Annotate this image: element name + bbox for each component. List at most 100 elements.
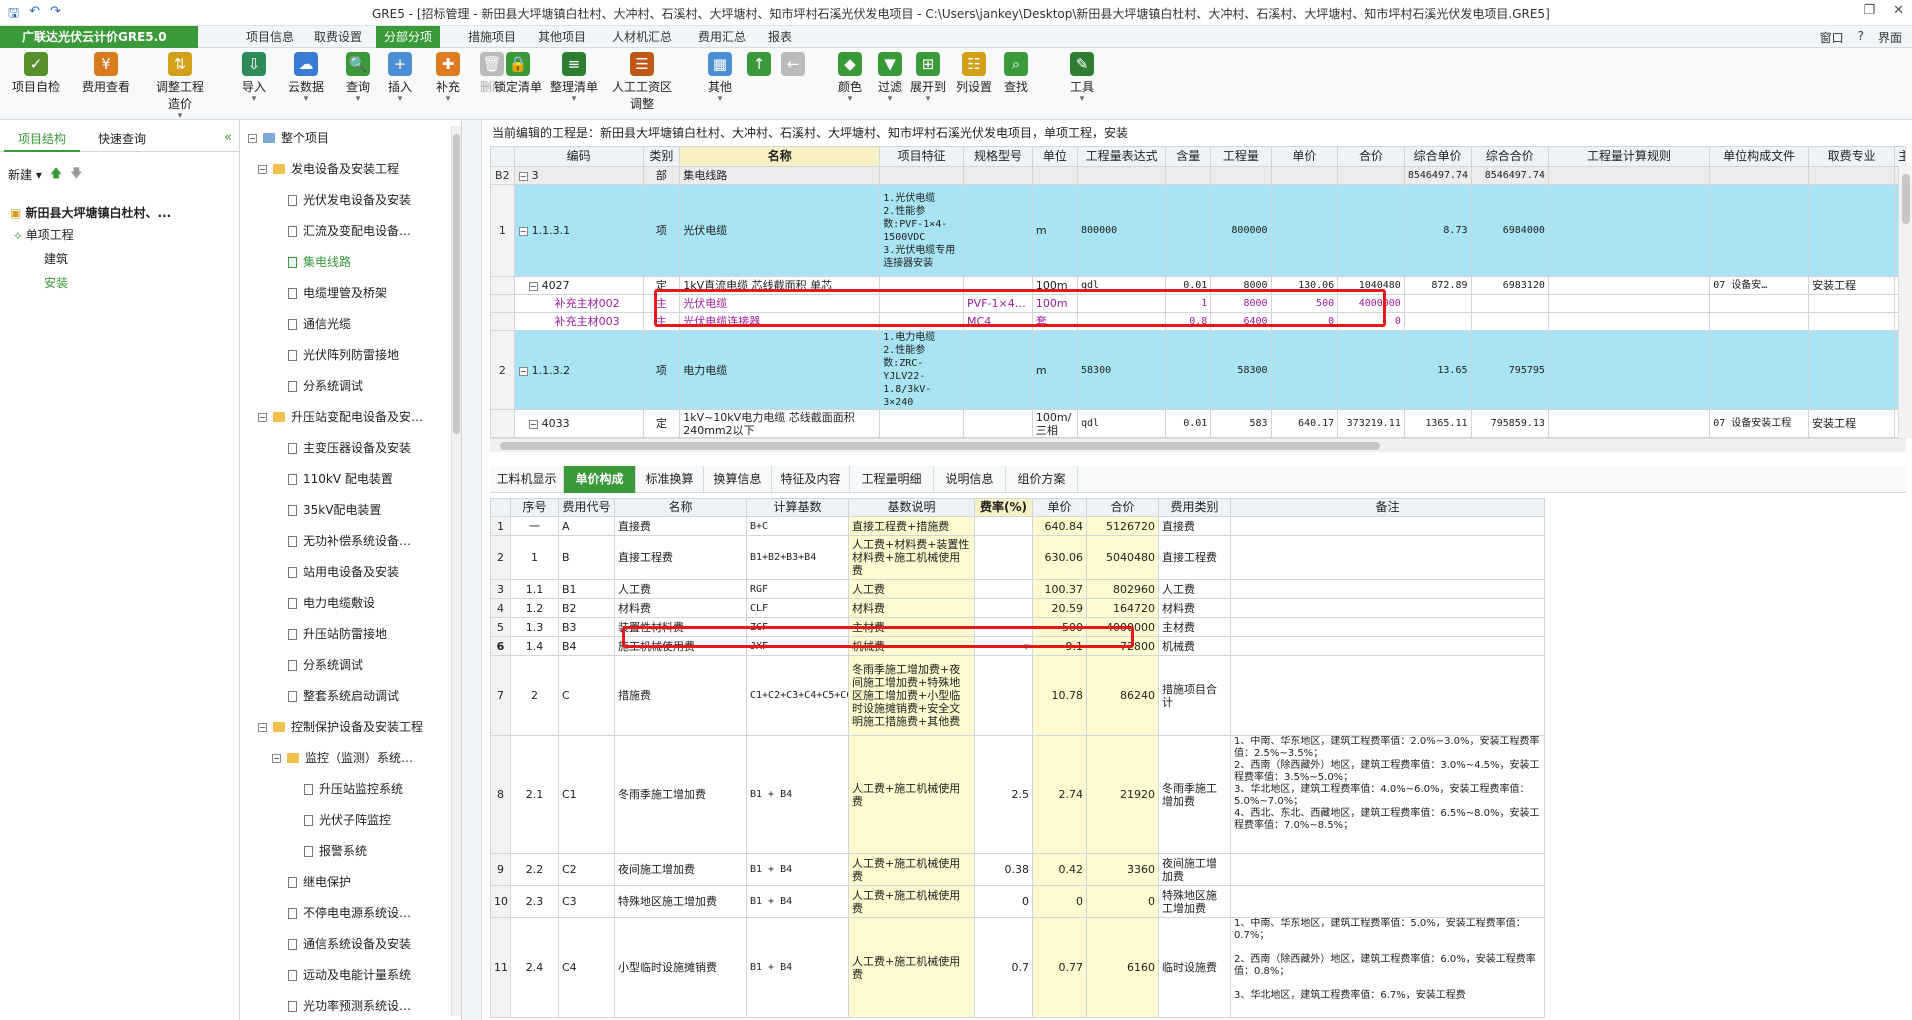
cell-cprice[interactable]: 1365.11 [1403,409,1472,438]
collapse-toggle-icon[interactable]: − [258,413,267,422]
cell-expr[interactable] [1077,312,1167,331]
cell-qty[interactable] [1210,166,1272,185]
tree-item[interactable]: 主变压器设备及安装 [272,438,411,458]
cell-qty[interactable]: 800000 [1210,184,1272,277]
cell-cat[interactable]: 特殊地区施工增加费 [1158,885,1231,918]
cell-prof[interactable] [1808,312,1896,331]
cell-cat[interactable]: 机械费 [1158,636,1231,656]
cell-expr[interactable]: qdl [1077,276,1167,295]
cell-qty[interactable]: 8000 [1210,276,1272,295]
table-row[interactable]: 10 2.3 C3 特殊地区施工增加费 B1 + B4 人工费+施工机械使用费 0 0 0 特殊地… [490,885,1545,918]
cell-code[interactable]: 补充主材002 [513,294,644,313]
upper-vscroll-thumb[interactable] [1902,174,1910,224]
column-header[interactable]: 基数说明 [848,498,975,517]
cell-code[interactable]: B1 [558,579,615,599]
cell-price[interactable]: 0.77 [1032,917,1087,1018]
cell-desc[interactable]: 直接工程费+措施费 [848,516,975,536]
cell-feat[interactable] [879,276,965,295]
ribbon-button[interactable]: ✓ 项目自检 [6,52,66,95]
cell-code[interactable]: −1.1.3.1 [513,184,644,277]
column-header[interactable]: 含量 [1165,146,1212,167]
cell-spec[interactable] [963,276,1033,295]
ribbon-button[interactable]: ☁ 云数据 ▾ [276,52,336,104]
tree-item[interactable]: − 监控（监测）系统… [272,748,413,768]
table-row[interactable]: 8 2.1 C1 冬雨季施工增加费 B1 + B4 人工费+施工机械使用费 2.5 2.74 2… [490,735,1545,854]
tree-item[interactable]: − 控制保护设备及安装工程 [258,717,423,737]
table-row[interactable]: 2 1 B 直接工程费 B1+B2+B3+B4 人工费+材料费+装置性材料费+施工机械使用… [490,535,1545,580]
cell-type[interactable]: 定 [642,409,681,438]
cell-type[interactable]: 定 [642,276,681,295]
cell-qty_ratio[interactable] [1165,184,1212,277]
tree-scrollbar[interactable] [451,126,461,1016]
cell-qty_ratio[interactable]: 0.01 [1165,409,1212,438]
cell-seq[interactable]: 2 [510,655,559,736]
cell-file[interactable] [1709,312,1810,331]
cell-desc[interactable]: 人工费 [848,579,975,599]
cell-type[interactable]: 项 [642,184,681,277]
cell-total[interactable]: 4000000 [1086,617,1159,637]
column-header[interactable]: 费率(%) [974,498,1033,517]
cell-price[interactable]: 9.1 [1032,636,1087,656]
ribbon-button[interactable]: ✎ 工具 ▾ [1052,52,1112,104]
table-row[interactable]: 7 2 C 措施费 C1+C2+C3+C4+C5+C6 冬雨季施工增加费+夜间施工增加费+… [490,655,1545,736]
cell-file[interactable]: 07 设备安… [1709,276,1810,295]
cell-prof[interactable] [1808,294,1896,313]
column-header[interactable]: 备注 [1230,498,1545,517]
ribbon-button[interactable]: ↑ [744,52,774,78]
column-header[interactable]: 类别 [642,146,681,167]
tree-item[interactable]: 报警系统 [288,841,367,861]
cell-seq[interactable]: 一 [510,516,559,536]
cell-note[interactable] [1230,598,1545,618]
detail-tab[interactable]: 单价构成 [564,466,636,493]
ribbon-button[interactable]: ⇩ 导入 ▾ [224,52,284,104]
cell-price[interactable]: 500 [1270,294,1339,313]
cell-prof[interactable] [1808,330,1896,410]
cell-note[interactable] [1230,579,1545,599]
tab-project-structure[interactable]: 项目结构 [4,126,81,152]
cell-desc[interactable]: 人工费+施工机械使用费 [848,885,975,918]
cell-ctotal[interactable]: 795859.13 [1470,409,1549,438]
cell-type[interactable]: 主 [642,312,681,331]
cell-total[interactable]: 5126720 [1086,516,1159,536]
menu-item[interactable]: 费用汇总 [690,26,754,48]
cell-base[interactable]: B1 + B4 [746,885,849,918]
table-row[interactable]: 6 1.4 B4 施工机械使用费 JXF 机械费 ▾ 9.1 72800 机械费 [490,636,1545,656]
cell-cat[interactable]: 直接费 [1158,516,1231,536]
detail-tab[interactable]: 工程量明细 [850,466,934,493]
cell-total[interactable]: 0 [1337,312,1405,331]
menu-right-item[interactable]: ? [1858,29,1864,46]
cell-qty_ratio[interactable]: 0.8 [1165,312,1212,331]
cell-cat[interactable]: 措施项目合计 [1158,655,1231,736]
table-row[interactable]: 9 2.2 C2 夜间施工增加费 B1 + B4 人工费+施工机械使用费 0.38 0.42 3… [490,853,1545,886]
cell-code[interactable]: A [558,516,615,536]
cell-rate[interactable]: ▾ [974,636,1033,656]
cell-cat[interactable]: 材料费 [1158,598,1231,618]
cell-file[interactable] [1709,330,1810,410]
column-header[interactable]: 计算基数 [746,498,849,517]
table-row[interactable]: 5 1.3 B3 装置性材料费 ZCF 主材费 500 4000000 主材费 [490,617,1545,637]
cell-code[interactable]: −1.1.3.2 [513,330,644,410]
cell-seq[interactable]: 1.2 [510,598,559,618]
cell-name[interactable]: 1kV直流电缆 芯线截面积 单芯 [679,276,881,295]
tree-item[interactable]: 电缆埋管及桥架 [272,283,387,303]
column-header[interactable] [490,498,511,517]
tree-item[interactable]: 通信系统设备及安装 [272,934,411,954]
cell-spec[interactable]: MC4 [963,312,1033,331]
cell-cat[interactable]: 夜间施工增加费 [1158,853,1231,886]
cell-cat[interactable]: 直接工程费 [1158,535,1231,580]
column-header[interactable]: 单位 [1031,146,1079,167]
cell-rule[interactable] [1547,294,1711,313]
cell-total[interactable]: 802960 [1086,579,1159,599]
cell-type[interactable]: 项 [642,330,681,410]
unit-project-install[interactable]: 安装 [44,274,68,291]
cell-total[interactable]: 72800 [1086,636,1159,656]
tree-item[interactable]: 分系统调试 [272,376,363,396]
column-header[interactable]: 编码 [513,146,644,167]
cell-total[interactable]: 373219.11 [1337,409,1405,438]
cell-price[interactable]: 130.06 [1270,276,1339,295]
cell-price[interactable]: 2.74 [1032,735,1087,854]
table-row[interactable]: 4 1.2 B2 材料费 CLF 材料费 20.59 164720 材料费 [490,598,1545,618]
cell-total[interactable]: 6160 [1086,917,1159,1018]
cell-spec[interactable] [963,184,1033,277]
cell-rule[interactable] [1547,184,1711,277]
